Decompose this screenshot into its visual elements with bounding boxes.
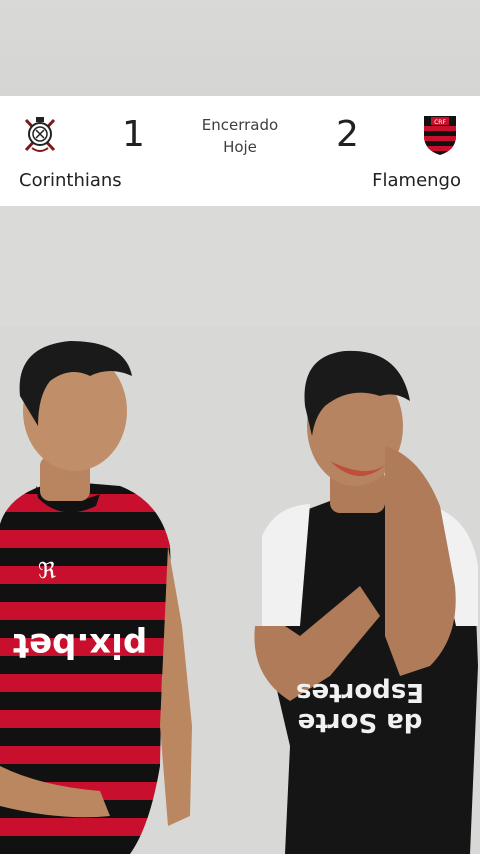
left-jersey-sponsor: pix.bet	[13, 625, 148, 665]
away-team[interactable]: CRF Flamengo	[300, 96, 480, 206]
home-score: 1	[122, 114, 145, 155]
svg-text:ℜ: ℜ	[38, 559, 56, 584]
right-jersey-sponsor-line1: Esportes	[296, 677, 424, 707]
background-wall-top	[0, 0, 480, 96]
flamengo-crest-icon: CRF	[424, 116, 456, 155]
match-scorecard[interactable]: Corinthians 1 Encerrado Hoje 2 CRF Flame…	[0, 96, 480, 206]
corinthians-crest-icon	[24, 117, 56, 152]
home-team[interactable]: Corinthians	[0, 96, 180, 206]
away-team-name: Flamengo	[372, 170, 461, 191]
match-date: Hoje	[223, 138, 257, 156]
match-status: Encerrado Hoje	[180, 114, 300, 158]
svg-text:CRF: CRF	[434, 119, 446, 126]
status-label: Encerrado	[201, 116, 279, 134]
home-team-name: Corinthians	[19, 170, 122, 191]
right-jersey-sponsor-line2: da Sorte	[298, 707, 423, 737]
video-scene: pix.bet ℜ Esportes da Sorte	[0, 206, 480, 854]
